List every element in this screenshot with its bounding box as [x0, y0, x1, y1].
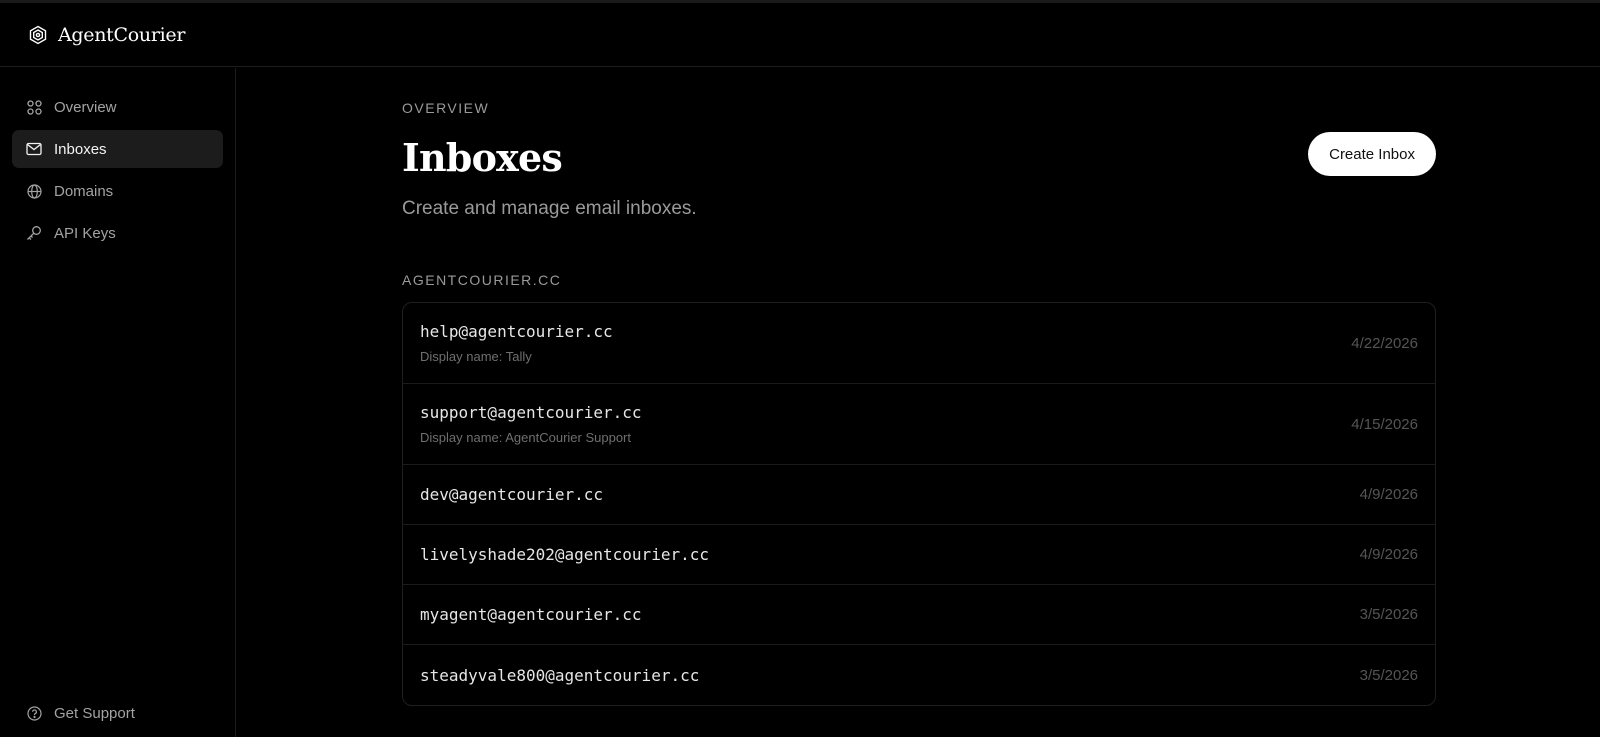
inbox-address: help@agentcourier.cc: [420, 322, 613, 341]
inbox-row[interactable]: myagent@agentcourier.cc 3/5/2026: [403, 585, 1435, 645]
sidebar-item-label: API Keys: [54, 224, 116, 242]
inbox-address: support@agentcourier.cc: [420, 403, 642, 422]
inbox-date: 4/22/2026: [1351, 334, 1418, 352]
sidebar-item-overview[interactable]: Overview: [12, 88, 223, 126]
logo-icon: [28, 25, 48, 45]
sidebar: Overview Inboxes Domains API Keys Get Su…: [0, 68, 236, 737]
inbox-row[interactable]: steadyvale800@agentcourier.cc 3/5/2026: [403, 645, 1435, 705]
inbox-row[interactable]: dev@agentcourier.cc 4/9/2026: [403, 465, 1435, 525]
get-support-label: Get Support: [54, 704, 135, 722]
inbox-row[interactable]: support@agentcourier.cc Display name: Ag…: [403, 384, 1435, 465]
sidebar-item-label: Domains: [54, 182, 114, 200]
sidebar-nav: Overview Inboxes Domains API Keys: [12, 88, 223, 256]
create-inbox-button[interactable]: Create Inbox: [1308, 132, 1436, 176]
brand-name[interactable]: AgentCourier: [58, 24, 185, 46]
title-row: Inboxes Create Inbox: [402, 128, 1436, 188]
inbox-row[interactable]: help@agentcourier.cc Display name: Tally…: [403, 303, 1435, 384]
get-support-link[interactable]: Get Support: [12, 696, 223, 730]
page-title: Inboxes: [402, 135, 563, 180]
inbox-info: support@agentcourier.cc Display name: Ag…: [420, 403, 642, 445]
help-circle-icon: [26, 705, 42, 721]
inbox-date: 3/5/2026: [1359, 666, 1418, 684]
page-subtitle: Create and manage email inboxes.: [402, 198, 697, 219]
sidebar-item-label: Inboxes: [54, 140, 107, 158]
inbox-display-name: Display name: Tally: [420, 349, 532, 364]
sidebar-item-domains[interactable]: Domains: [12, 172, 223, 210]
inbox-row[interactable]: livelyshade202@agentcourier.cc 4/9/2026: [403, 525, 1435, 585]
top-bar: AgentCourier: [0, 3, 1600, 67]
sidebar-item-api-keys[interactable]: API Keys: [12, 214, 223, 252]
app-window: AgentCourier Overview Inboxes Domains AP…: [0, 0, 1600, 737]
inbox-list: help@agentcourier.cc Display name: Tally…: [402, 302, 1436, 706]
key-icon: [26, 225, 42, 241]
inbox-address: myagent@agentcourier.cc: [420, 605, 642, 624]
inbox-info: help@agentcourier.cc Display name: Tally: [420, 322, 613, 364]
sidebar-item-inboxes[interactable]: Inboxes: [12, 130, 223, 168]
inbox-date: 3/5/2026: [1359, 606, 1418, 623]
inbox-date: 4/9/2026: [1359, 486, 1418, 503]
inbox-address: steadyvale800@agentcourier.cc: [420, 665, 700, 685]
domain-section-label: AGENTCOURIER.CC: [402, 272, 562, 288]
main-content: OVERVIEW Inboxes Create Inbox Create and…: [402, 68, 1436, 706]
inbox-date: 4/9/2026: [1359, 546, 1418, 563]
inbox-display-name: Display name: AgentCourier Support: [420, 430, 632, 445]
grid-icon: [26, 99, 42, 115]
inbox-address: livelyshade202@agentcourier.cc: [420, 545, 709, 564]
mail-icon: [26, 141, 42, 157]
globe-icon: [26, 183, 42, 199]
eyebrow-label: OVERVIEW: [402, 100, 490, 116]
inbox-date: 4/15/2026: [1351, 415, 1418, 433]
sidebar-item-label: Overview: [54, 98, 117, 116]
inbox-address: dev@agentcourier.cc: [420, 485, 604, 504]
